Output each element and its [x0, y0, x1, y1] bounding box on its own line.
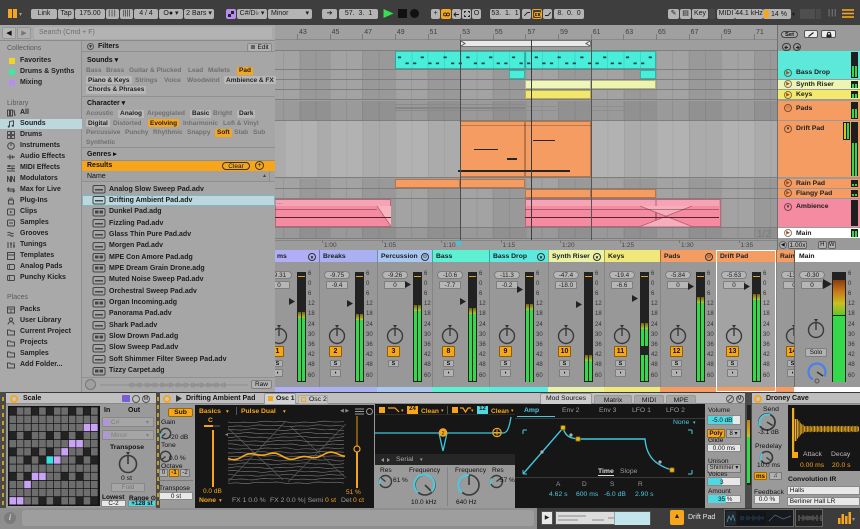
svg-text:2: 2 [441, 431, 444, 437]
